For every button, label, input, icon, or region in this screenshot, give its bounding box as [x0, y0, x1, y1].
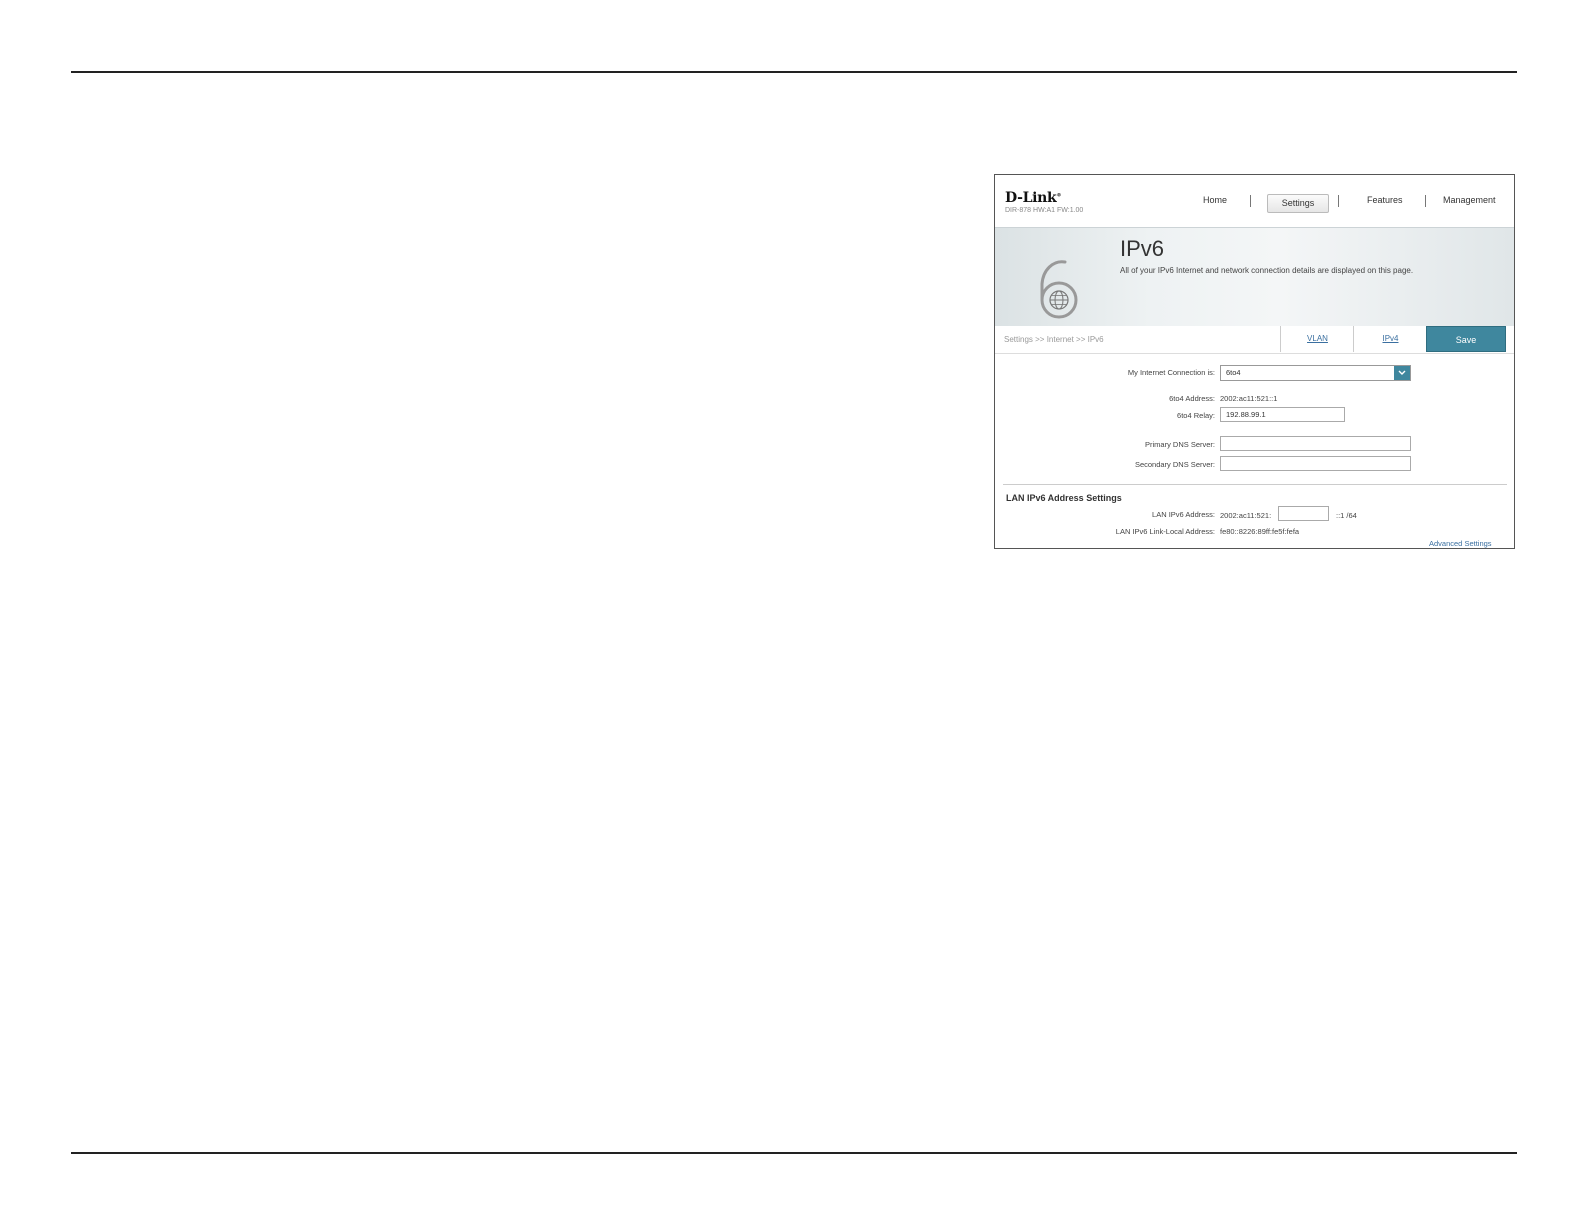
lan-link-local-label: LAN IPv6 Link-Local Address:	[1115, 527, 1215, 536]
lan-section-title: LAN IPv6 Address Settings	[1006, 493, 1122, 503]
section-divider	[1003, 484, 1507, 485]
tab-ipv4[interactable]: IPv4	[1353, 326, 1427, 352]
primary-dns-input[interactable]	[1220, 436, 1411, 451]
nav-separator	[1250, 195, 1251, 207]
secondary-dns-input[interactable]	[1220, 456, 1411, 471]
bottom-rule	[71, 1152, 1517, 1154]
connection-type-select[interactable]: 6to4	[1220, 365, 1411, 381]
dropdown-button[interactable]	[1394, 366, 1410, 380]
dlink-logo: D-Link®	[1005, 190, 1062, 206]
ipv6-globe-icon	[1040, 260, 1078, 319]
6to4-relay-label: 6to4 Relay:	[1177, 411, 1215, 420]
lan-link-local-value: fe80::8226:89ff:fe5f:fefa	[1220, 527, 1300, 536]
model-info: DIR-878 HW:A1 FW:1.00	[1005, 207, 1084, 214]
lan-ipv6-prefix: 2002:ac11:521:	[1220, 511, 1272, 520]
page-description: All of your IPv6 Internet and network co…	[1120, 266, 1414, 275]
connection-type-value: 6to4	[1226, 368, 1241, 377]
lan-ipv6-address-input[interactable]	[1278, 506, 1329, 521]
top-rule	[71, 71, 1517, 73]
6to4-address-value: 2002:ac11:521::1	[1220, 394, 1278, 403]
breadcrumb-bar: Settings >> Internet >> IPv6 VLAN IPv4 S…	[995, 326, 1514, 354]
connection-type-label: My Internet Connection is:	[1127, 368, 1215, 377]
lan-ipv6-suffix: ::1 /64	[1336, 511, 1357, 520]
6to4-relay-input[interactable]	[1220, 407, 1345, 422]
6to4-address-label: 6to4 Address:	[1169, 394, 1215, 403]
nav-settings[interactable]: Settings	[1267, 194, 1329, 213]
nav-separator	[1425, 195, 1426, 207]
lan-ipv6-address-label: LAN IPv6 Address:	[1152, 510, 1215, 519]
save-button[interactable]: Save	[1426, 326, 1506, 352]
secondary-dns-label: Secondary DNS Server:	[1134, 460, 1215, 469]
advanced-settings-link[interactable]: Advanced Settings	[1429, 539, 1492, 548]
tab-vlan[interactable]: VLAN	[1280, 326, 1354, 352]
nav-separator	[1338, 195, 1339, 207]
nav-management[interactable]: Management	[1443, 195, 1496, 205]
router-ui-screenshot: D-Link® DIR-878 HW:A1 FW:1.00 Home Setti…	[994, 174, 1515, 549]
page-banner: IPv6 All of your IPv6 Internet and netwo…	[995, 227, 1514, 328]
nav-features[interactable]: Features	[1367, 195, 1403, 205]
breadcrumb: Settings >> Internet >> IPv6	[1004, 335, 1104, 344]
page-title: IPv6	[1120, 236, 1165, 261]
header: D-Link® DIR-878 HW:A1 FW:1.00 Home Setti…	[995, 175, 1514, 227]
chevron-down-icon	[1398, 370, 1406, 375]
primary-dns-label: Primary DNS Server:	[1144, 440, 1215, 449]
nav-home[interactable]: Home	[1203, 195, 1227, 205]
